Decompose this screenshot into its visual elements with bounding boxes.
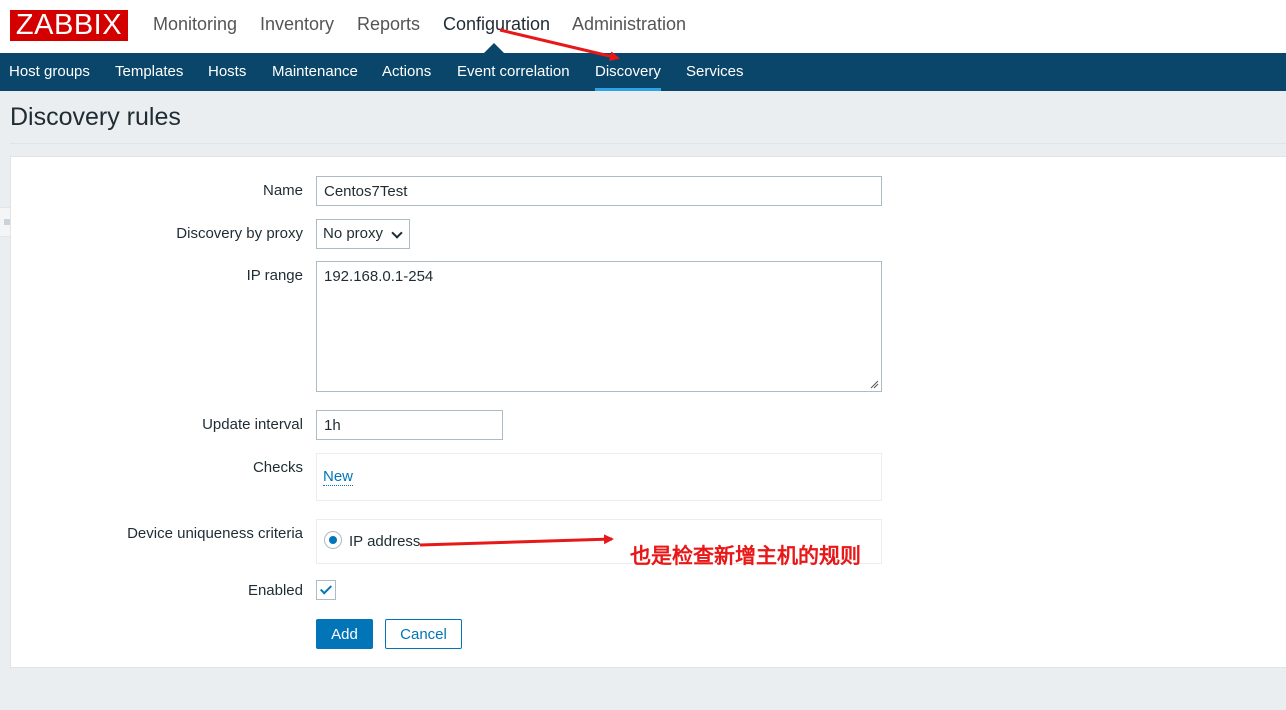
active-menu-caret-icon bbox=[484, 43, 504, 53]
sub-menu-services[interactable]: Services bbox=[686, 63, 744, 80]
sub-menu-maintenance[interactable]: Maintenance bbox=[272, 63, 358, 80]
sub-navigation-bar: Host groups Templates Hosts Maintenance … bbox=[0, 53, 1286, 91]
sub-menu-discovery[interactable]: Discovery bbox=[595, 63, 661, 80]
main-menu-inventory[interactable]: Inventory bbox=[260, 14, 334, 35]
radio-selected-dot-icon bbox=[329, 536, 337, 544]
update-interval-label: Update interval bbox=[202, 416, 303, 433]
sub-menu-actions[interactable]: Actions bbox=[382, 63, 431, 80]
cancel-button[interactable]: Cancel bbox=[385, 619, 462, 649]
checks-box bbox=[316, 453, 882, 501]
chevron-down-icon bbox=[391, 227, 403, 239]
sub-menu-event-correlation[interactable]: Event correlation bbox=[457, 63, 570, 80]
add-button[interactable]: Add bbox=[316, 619, 373, 649]
update-interval-input[interactable] bbox=[316, 410, 503, 440]
ip-range-label: IP range bbox=[246, 267, 303, 284]
main-menu-configuration[interactable]: Configuration bbox=[443, 14, 550, 35]
page-title: Discovery rules bbox=[10, 103, 181, 131]
zabbix-logo[interactable]: ZABBIX bbox=[10, 10, 128, 41]
ip-range-value: 192.168.0.1-254 bbox=[324, 268, 434, 285]
sub-menu-host-groups[interactable]: Host groups bbox=[9, 63, 90, 80]
title-divider bbox=[10, 143, 1286, 144]
proxy-select-value: No proxy bbox=[323, 225, 384, 242]
resize-handle-icon[interactable] bbox=[870, 380, 879, 389]
ip-range-textarea[interactable]: 192.168.0.1-254 bbox=[316, 261, 882, 392]
proxy-select[interactable]: No proxy bbox=[316, 219, 410, 249]
ip-address-radio-label[interactable]: IP address bbox=[349, 533, 420, 550]
main-menu-monitoring[interactable]: Monitoring bbox=[153, 14, 237, 35]
checks-label: Checks bbox=[252, 459, 303, 476]
uniqueness-label: Device uniqueness criteria bbox=[127, 525, 303, 542]
main-menu-administration[interactable]: Administration bbox=[572, 14, 686, 35]
checkmark-icon bbox=[319, 582, 333, 595]
enabled-checkbox[interactable] bbox=[316, 580, 336, 600]
name-input[interactable] bbox=[316, 176, 882, 206]
enabled-label: Enabled bbox=[247, 582, 303, 599]
top-navigation-bar: ZABBIX Monitoring Inventory Reports Conf… bbox=[0, 0, 1286, 53]
proxy-label: Discovery by proxy bbox=[176, 225, 303, 242]
name-label: Name bbox=[262, 182, 303, 199]
ip-address-radio[interactable] bbox=[324, 531, 342, 549]
main-menu-reports[interactable]: Reports bbox=[357, 14, 420, 35]
sub-menu-hosts[interactable]: Hosts bbox=[208, 63, 246, 80]
sub-menu-templates[interactable]: Templates bbox=[115, 63, 183, 80]
checks-new-link[interactable]: New bbox=[323, 468, 354, 486]
annotation-note: 也是检查新增主机的规则 bbox=[630, 544, 861, 568]
active-submenu-underline bbox=[595, 88, 661, 91]
